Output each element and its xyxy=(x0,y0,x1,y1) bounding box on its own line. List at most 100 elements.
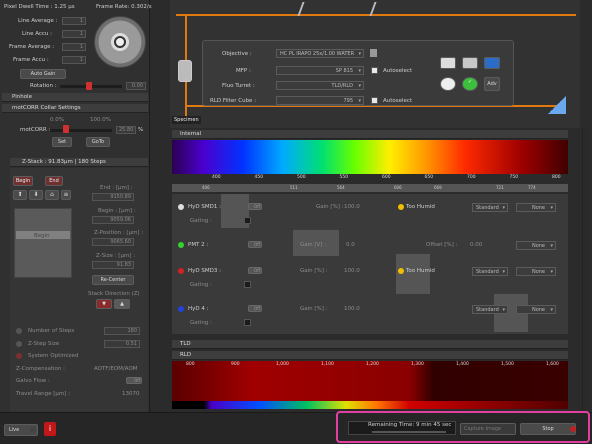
rld-spectrum-ticks: 800 900 1,000 1,100 1,200 1,300 1,400 1,500 1,60… xyxy=(186,362,562,370)
detector-4-indicator xyxy=(178,306,184,312)
spectrum-tick-label: 1,400 xyxy=(456,362,469,367)
frame-average-field[interactable]: 1 xyxy=(62,43,86,51)
detector-1-toggle[interactable]: Off xyxy=(248,203,262,210)
capture-image-button[interactable]: Capture Image xyxy=(460,423,516,435)
rld-filter-cube-dropdown[interactable]: 795 xyxy=(276,96,364,105)
detector-2-toggle[interactable]: Off xyxy=(248,241,262,248)
move-down-icon[interactable]: ⬇ xyxy=(29,190,43,200)
rotation-slider-handle[interactable] xyxy=(86,82,92,90)
detector-1-mode-dropdown[interactable]: Standard xyxy=(472,203,508,212)
end-button[interactable]: End xyxy=(45,176,63,186)
detector-4-toggle[interactable]: Off xyxy=(248,305,262,312)
auto-gain-button[interactable]: Auto Gain xyxy=(20,69,66,79)
lens-wheel-icon[interactable] xyxy=(440,77,456,91)
goto-button[interactable]: GoTo xyxy=(86,137,110,147)
fluo-turret-label: Fluo Turret : xyxy=(222,83,255,89)
home-icon[interactable]: ⌂ xyxy=(45,190,59,200)
detector-1-gating-checkbox[interactable] xyxy=(244,217,251,224)
wavelength-marker[interactable]: 669 xyxy=(434,185,442,190)
acquisition-progress-bar xyxy=(372,431,446,433)
detector-3-toggle[interactable]: Off xyxy=(248,267,262,274)
z-position-field[interactable]: 9065.60 xyxy=(92,238,134,246)
wavelength-marker[interactable]: 406 xyxy=(202,185,210,190)
spectrum-tick-label: 900 xyxy=(231,362,240,367)
motcorr-slider-handle[interactable] xyxy=(62,125,69,133)
wavelength-marker[interactable]: 606 xyxy=(394,185,402,190)
detector-1-status: Too Humid xyxy=(406,204,435,210)
line-accu-label: Line Accu : xyxy=(22,31,53,37)
tld-section-header[interactable]: TLD xyxy=(172,340,568,349)
galvo-flow-toggle[interactable]: Off xyxy=(126,377,142,384)
pinhole-section-header[interactable]: Pinhole xyxy=(2,93,148,102)
line-accu-field[interactable]: 1 xyxy=(62,30,86,38)
right-scrollbar[interactable] xyxy=(582,128,590,410)
mirror-icon xyxy=(548,96,566,114)
system-optimized-radio[interactable] xyxy=(16,353,22,359)
detector-3-gating-checkbox[interactable] xyxy=(244,281,251,288)
set-button[interactable]: Set xyxy=(52,137,72,147)
advanced-button[interactable]: Adv xyxy=(484,77,500,91)
detector-3-gating-label: Gating : xyxy=(190,282,212,288)
brightfield-icon[interactable] xyxy=(440,57,456,69)
wavelength-marker[interactable]: 721 xyxy=(496,185,504,190)
detector-3-lut-dropdown[interactable]: None xyxy=(516,267,556,276)
motcorr-field[interactable]: 25.80 xyxy=(116,126,136,134)
objective-settings-icon[interactable] xyxy=(370,49,377,57)
line-average-field[interactable]: 1 xyxy=(62,17,86,25)
z-step-size-field[interactable]: 0.51 xyxy=(104,340,140,348)
detector-2-lut-dropdown[interactable]: None xyxy=(516,241,556,250)
stack-direction-up-icon[interactable]: ▲ xyxy=(114,299,130,309)
rld-autoselect-checkbox[interactable] xyxy=(371,97,378,104)
move-up-icon[interactable]: ⬆ xyxy=(13,190,27,200)
zstack-panel xyxy=(10,168,148,412)
objective-dropdown[interactable]: HC PL IRAPO 25x/1.00 WATER xyxy=(276,49,364,58)
detector-2-indicator xyxy=(178,242,184,248)
detector-4-mode-dropdown[interactable]: Standard xyxy=(472,305,508,314)
navigator-center-icon[interactable] xyxy=(114,36,126,48)
rotation-field[interactable]: 0.00 xyxy=(126,82,146,90)
stack-options-icon[interactable]: ≡ xyxy=(61,190,71,200)
frame-accu-label: Frame Accu : xyxy=(13,57,49,63)
detector-3-status: Too Humid xyxy=(406,268,435,274)
spectrum-tick-label: 600 xyxy=(382,175,391,180)
z-compensation-value: AOTF/EOM/AOM xyxy=(94,366,138,372)
rld-section-header[interactable]: RLD xyxy=(172,351,568,360)
motcorr-section-header[interactable]: motCORR Collar Settings xyxy=(2,104,148,113)
detector-3-mode-dropdown[interactable]: Standard xyxy=(472,267,508,276)
z-step-size-radio[interactable] xyxy=(16,341,22,347)
mfp-autoselect-checkbox[interactable] xyxy=(371,67,378,74)
detector-4-gating-label: Gating : xyxy=(190,320,212,326)
detector-channel-stripe xyxy=(396,254,430,294)
stop-button[interactable]: Stop xyxy=(520,423,576,435)
wavelength-marker[interactable]: 564 xyxy=(337,185,345,190)
detector-1-lut-dropdown[interactable]: None xyxy=(516,203,556,212)
number-of-steps-label: Number of Steps xyxy=(28,328,75,334)
info-icon[interactable]: i xyxy=(44,422,56,436)
frame-accu-field[interactable]: 1 xyxy=(62,56,86,64)
zstack-section-header[interactable]: Z-Stack : 91.83µm | 180 Steps xyxy=(10,158,148,167)
fluo-turret-dropdown[interactable]: TLD/RLD xyxy=(276,81,364,90)
z-slider-track[interactable] xyxy=(14,208,72,278)
detector-3-name: HyD SMD3 : xyxy=(188,268,221,274)
wavelength-marker[interactable]: 774 xyxy=(528,185,536,190)
begin-button[interactable]: Begin xyxy=(13,176,33,186)
rotation-label: Rotation : xyxy=(30,83,57,89)
wavelength-marker[interactable]: 511 xyxy=(290,185,298,190)
folder-icon[interactable] xyxy=(484,57,500,69)
recenter-button[interactable]: Re-Center xyxy=(92,275,134,285)
z-size-field[interactable]: 91.83 xyxy=(92,261,134,269)
detector-tube-icon xyxy=(178,60,192,82)
detector-4-gating-checkbox[interactable] xyxy=(244,319,251,326)
stack-direction-down-icon[interactable]: ▼ xyxy=(96,299,112,309)
internal-section-header[interactable]: Internal xyxy=(172,130,568,139)
motcorr-label: motCORR : xyxy=(20,127,51,133)
shield-check-icon[interactable]: ✓ xyxy=(462,77,478,91)
mfp-dropdown[interactable]: SP 815 xyxy=(276,66,364,75)
number-of-steps-field[interactable]: 180 xyxy=(104,327,140,335)
motcorr-slider[interactable] xyxy=(50,129,112,132)
end-position-field[interactable]: 9150.89 xyxy=(92,193,134,201)
filter-icon[interactable] xyxy=(462,57,478,69)
number-of-steps-radio[interactable] xyxy=(16,328,22,334)
begin-position-field[interactable]: 9059.06 xyxy=(92,216,134,224)
detector-4-lut-dropdown[interactable]: None xyxy=(516,305,556,314)
